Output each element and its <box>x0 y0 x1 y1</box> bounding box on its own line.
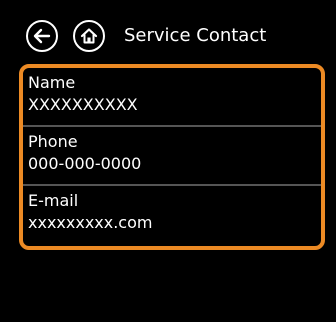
email-label: E-mail <box>28 191 79 210</box>
contact-row-phone: Phone 000-000-0000 <box>23 127 321 182</box>
contact-row-name: Name XXXXXXXXXX <box>23 68 321 123</box>
name-value: XXXXXXXXXX <box>28 95 138 114</box>
page-title: Service Contact <box>124 25 267 46</box>
arrow-left-icon <box>33 28 51 44</box>
home-icon <box>80 28 98 44</box>
phone-label: Phone <box>28 132 78 151</box>
contact-row-email: E-mail xxxxxxxxx.com <box>23 186 321 241</box>
contact-card: Name XXXXXXXXXX Phone 000-000-0000 E-mai… <box>19 64 325 250</box>
back-button[interactable] <box>26 20 58 52</box>
email-value: xxxxxxxxx.com <box>28 213 153 232</box>
phone-value: 000-000-0000 <box>28 154 142 173</box>
name-label: Name <box>28 73 76 92</box>
header-bar: Service Contact <box>0 0 336 62</box>
home-button[interactable] <box>73 20 105 52</box>
